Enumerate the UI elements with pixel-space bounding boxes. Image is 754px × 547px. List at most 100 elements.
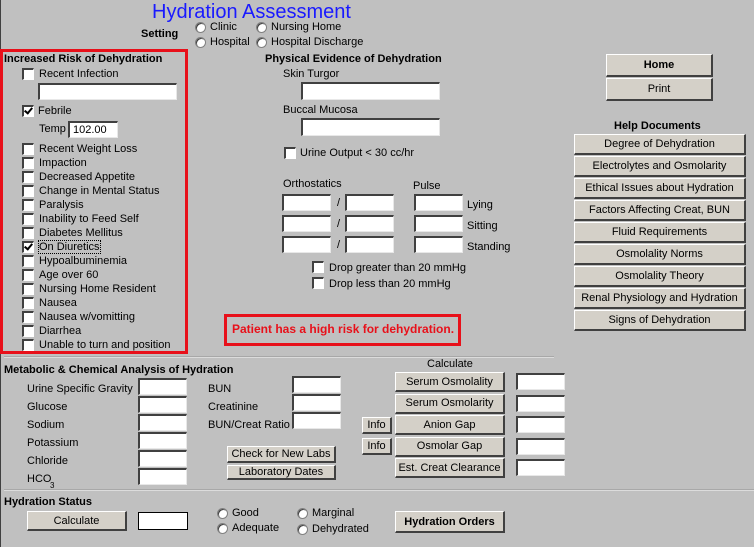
help-document-button[interactable]: Factors Affecting Creat, BUN bbox=[574, 200, 746, 221]
risk-item-checkbox[interactable] bbox=[22, 269, 34, 281]
help-document-button[interactable]: Osmolality Norms bbox=[574, 244, 746, 265]
check-new-labs-button[interactable]: Check for New Labs bbox=[227, 446, 336, 463]
buccal-mucosa-label: Buccal Mucosa bbox=[283, 104, 358, 116]
risk-item-checkbox[interactable] bbox=[22, 297, 34, 309]
slash-separator: / bbox=[337, 218, 341, 230]
lab-value-input[interactable] bbox=[138, 396, 187, 413]
home-button[interactable]: Home bbox=[606, 54, 713, 77]
diastolic-input[interactable] bbox=[345, 215, 394, 232]
hydration-orders-button[interactable]: Hydration Orders bbox=[395, 511, 505, 533]
risk-item-label: Diarrhea bbox=[39, 325, 82, 337]
systolic-input[interactable] bbox=[282, 215, 331, 232]
position-label: Standing bbox=[467, 241, 511, 253]
setting-hospital-radio[interactable] bbox=[195, 37, 206, 48]
risk-item-label: Nausea w/vomitting bbox=[39, 311, 135, 323]
risk-item-checkbox[interactable] bbox=[22, 255, 34, 267]
risk-item-label: Unable to turn and position bbox=[39, 339, 171, 351]
pulse-input[interactable] bbox=[414, 236, 463, 253]
pulse-input[interactable] bbox=[414, 215, 463, 232]
lab-value-input[interactable] bbox=[138, 378, 187, 395]
status-calculate-button[interactable]: Calculate bbox=[27, 511, 127, 531]
orthostatics-label: Orthostatics bbox=[283, 178, 342, 190]
help-document-button[interactable]: Renal Physiology and Hydration bbox=[574, 288, 746, 309]
lab-value-input[interactable] bbox=[292, 412, 341, 429]
anion-gap-info-button[interactable]: Info bbox=[362, 417, 392, 434]
calculate-result-input[interactable] bbox=[516, 394, 565, 412]
status-marginal-label: Marginal bbox=[312, 507, 355, 519]
risk-item-checkbox[interactable] bbox=[22, 199, 34, 211]
help-document-button[interactable]: Signs of Dehydration bbox=[574, 310, 746, 331]
skin-turgor-input[interactable] bbox=[301, 82, 440, 100]
calculate-button[interactable]: Serum Osmolality bbox=[395, 372, 505, 392]
lab-value-input[interactable] bbox=[138, 432, 187, 449]
lab-value-input[interactable] bbox=[292, 376, 341, 393]
calculate-button[interactable]: Anion Gap bbox=[395, 415, 505, 435]
lab-value-input[interactable] bbox=[138, 414, 187, 431]
lab-label: BUN bbox=[208, 383, 232, 395]
status-adequate-radio[interactable] bbox=[217, 523, 228, 534]
lab-label: HCO bbox=[27, 473, 52, 485]
lab-value-input[interactable] bbox=[292, 394, 341, 411]
setting-hospital-discharge-radio[interactable] bbox=[256, 37, 267, 48]
recent-infection-checkbox[interactable] bbox=[22, 68, 34, 80]
help-document-button[interactable]: Osmolality Theory bbox=[574, 266, 746, 287]
risk-item-checkbox[interactable] bbox=[22, 311, 34, 323]
risk-item-checkbox[interactable] bbox=[22, 325, 34, 337]
systolic-input[interactable] bbox=[282, 236, 331, 253]
risk-item-label: On Diuretics bbox=[38, 240, 101, 254]
help-document-button[interactable]: Electrolytes and Osmolarity bbox=[574, 156, 746, 177]
status-dehydrated-radio[interactable] bbox=[297, 524, 308, 535]
slash-separator: / bbox=[337, 239, 341, 251]
risk-item-checkbox[interactable] bbox=[22, 283, 34, 295]
osmolar-gap-info-button[interactable]: Info bbox=[362, 438, 392, 455]
status-value-input[interactable] bbox=[138, 512, 188, 530]
status-good-radio[interactable] bbox=[217, 508, 228, 519]
risk-item-checkbox[interactable] bbox=[22, 213, 34, 225]
calculate-button[interactable]: Serum Osmolarity bbox=[395, 393, 505, 414]
calculate-result-input[interactable] bbox=[516, 459, 565, 476]
setting-nursing-home-radio[interactable] bbox=[256, 22, 267, 33]
help-document-button[interactable]: Degree of Dehydration bbox=[574, 134, 746, 155]
pulse-label: Pulse bbox=[413, 180, 441, 192]
recent-infection-input[interactable] bbox=[38, 83, 177, 100]
help-document-button[interactable]: Ethical Issues about Hydration bbox=[574, 178, 746, 199]
risk-item-checkbox[interactable] bbox=[22, 241, 34, 253]
risk-item-checkbox[interactable] bbox=[22, 227, 34, 239]
risk-item-label: Diabetes Mellitus bbox=[39, 227, 123, 239]
calculate-heading: Calculate bbox=[427, 358, 473, 370]
recent-infection-label: Recent Infection bbox=[39, 68, 119, 80]
calculate-button[interactable]: Est. Creat Clearance bbox=[395, 458, 505, 478]
calculate-result-input[interactable] bbox=[516, 416, 565, 433]
diastolic-input[interactable] bbox=[345, 236, 394, 253]
risk-item-checkbox[interactable] bbox=[22, 339, 34, 351]
lab-label: Glucose bbox=[27, 401, 68, 413]
diastolic-input[interactable] bbox=[345, 194, 394, 211]
calculate-button[interactable]: Osmolar Gap bbox=[395, 436, 505, 457]
labs-title: Metabolic & Chemical Analysis of Hydrati… bbox=[4, 364, 234, 376]
temp-input[interactable] bbox=[68, 121, 118, 138]
status-adequate-label: Adequate bbox=[232, 522, 280, 534]
calculate-result-input[interactable] bbox=[516, 373, 565, 390]
drop-less-checkbox[interactable] bbox=[312, 277, 324, 289]
risk-item-checkbox[interactable] bbox=[22, 157, 34, 169]
print-button[interactable]: Print bbox=[606, 78, 713, 101]
risk-item-checkbox[interactable] bbox=[22, 143, 34, 155]
laboratory-dates-button[interactable]: Laboratory Dates bbox=[227, 465, 336, 480]
drop-greater-checkbox[interactable] bbox=[312, 261, 324, 273]
buccal-mucosa-input[interactable] bbox=[301, 118, 440, 136]
urine-output-checkbox[interactable] bbox=[284, 147, 296, 159]
lab-value-input[interactable] bbox=[138, 450, 187, 467]
risk-item-label: Decreased Appetite bbox=[39, 171, 136, 183]
help-document-button[interactable]: Fluid Requirements bbox=[574, 222, 746, 243]
febrile-checkbox[interactable] bbox=[22, 105, 34, 117]
risk-item-checkbox[interactable] bbox=[22, 185, 34, 197]
skin-turgor-label: Skin Turgor bbox=[283, 68, 340, 80]
setting-hospital-label: Hospital bbox=[210, 36, 250, 48]
lab-value-input[interactable] bbox=[138, 468, 187, 485]
pulse-input[interactable] bbox=[414, 194, 463, 211]
setting-clinic-radio[interactable] bbox=[195, 22, 206, 33]
status-marginal-radio[interactable] bbox=[297, 508, 308, 519]
systolic-input[interactable] bbox=[282, 194, 331, 211]
risk-item-checkbox[interactable] bbox=[22, 171, 34, 183]
calculate-result-input[interactable] bbox=[516, 437, 565, 455]
